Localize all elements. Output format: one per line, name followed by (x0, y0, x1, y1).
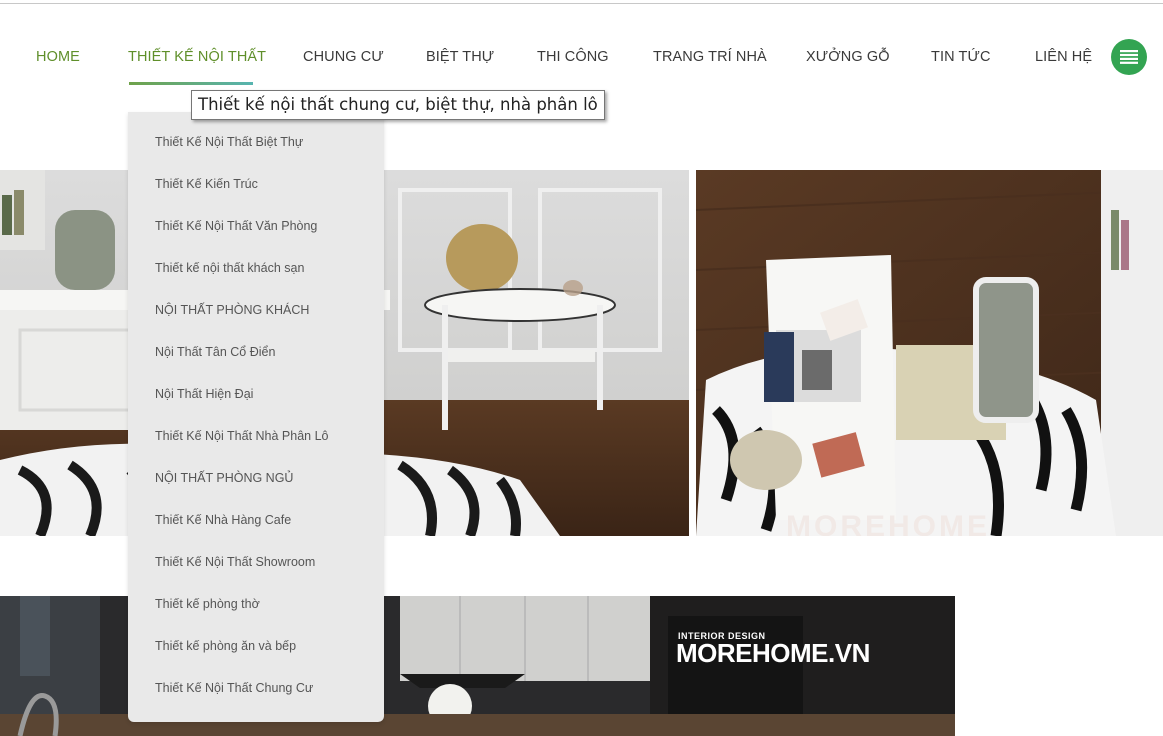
submenu-item[interactable]: Thiết Kế Nhà Hàng Cafe (155, 509, 291, 531)
submenu-item[interactable]: Nội Thất Tân Cổ Điển (155, 341, 275, 363)
submenu-thiet-ke-noi-that: Thiết Kế Nội Thất Biệt Thự Thiết Kế Kiến… (128, 112, 384, 722)
main-navigation: HOME THIẾT KẾ NỘI THẤT CHUNG CƯ BIỆT THỰ… (0, 40, 1163, 74)
nav-item-lien-he[interactable]: LIÊN HỆ (1035, 40, 1092, 74)
submenu-item[interactable]: Thiết kế nội thất khách sạn (155, 257, 304, 279)
submenu-item[interactable]: Nội Thất Hiện Đại (155, 383, 253, 405)
menu-button[interactable] (1111, 39, 1147, 75)
submenu-item[interactable]: Thiết kế phòng ăn và bếp (155, 635, 296, 657)
banner-watermark: MOREHOME (786, 510, 990, 536)
submenu-item[interactable]: Thiết Kế Nội Thất Nhà Phân Lô (155, 425, 329, 447)
brand-logo-text: MOREHOME.VN (676, 638, 870, 668)
nav-item-biet-thu[interactable]: BIỆT THỰ (426, 40, 494, 74)
banner-image-study-topdown: MOREHOME (696, 170, 1163, 536)
list-menu-icon (1120, 50, 1138, 64)
nav-item-home[interactable]: HOME (36, 40, 80, 74)
submenu-item[interactable]: Thiết Kế Nội Thất Văn Phòng (155, 215, 317, 237)
submenu-item[interactable]: Thiết Kế Nội Thất Showroom (155, 551, 315, 573)
submenu-item[interactable]: NỘI THẤT PHÒNG NGỦ (155, 467, 293, 489)
submenu-item[interactable]: Thiết Kế Kiến Trúc (155, 173, 258, 195)
nav-item-tin-tuc[interactable]: TIN TỨC (931, 40, 991, 74)
submenu-item[interactable]: Thiết Kế Nội Thất Chung Cư (155, 677, 313, 699)
nav-item-thi-cong[interactable]: THI CÔNG (537, 40, 609, 74)
submenu-item[interactable]: Thiết Kế Nội Thất Biệt Thự (155, 131, 303, 153)
nav-item-chung-cu[interactable]: CHUNG CƯ (303, 40, 384, 74)
submenu-item[interactable]: Thiết kế phòng thờ (155, 593, 260, 615)
nav-item-thiet-ke-noi-that[interactable]: THIẾT KẾ NỘI THẤT (128, 40, 266, 74)
nav-item-trang-tri-nha[interactable]: TRANG TRÍ NHÀ (653, 40, 767, 74)
top-divider (0, 3, 1163, 4)
submenu-item[interactable]: NỘI THẤT PHÒNG KHÁCH (155, 299, 309, 321)
nav-tooltip: Thiết kế nội thất chung cư, biệt thự, nh… (191, 90, 605, 120)
active-nav-underline (129, 82, 253, 85)
nav-item-xuong-go[interactable]: XƯỞNG GỖ (806, 40, 890, 74)
